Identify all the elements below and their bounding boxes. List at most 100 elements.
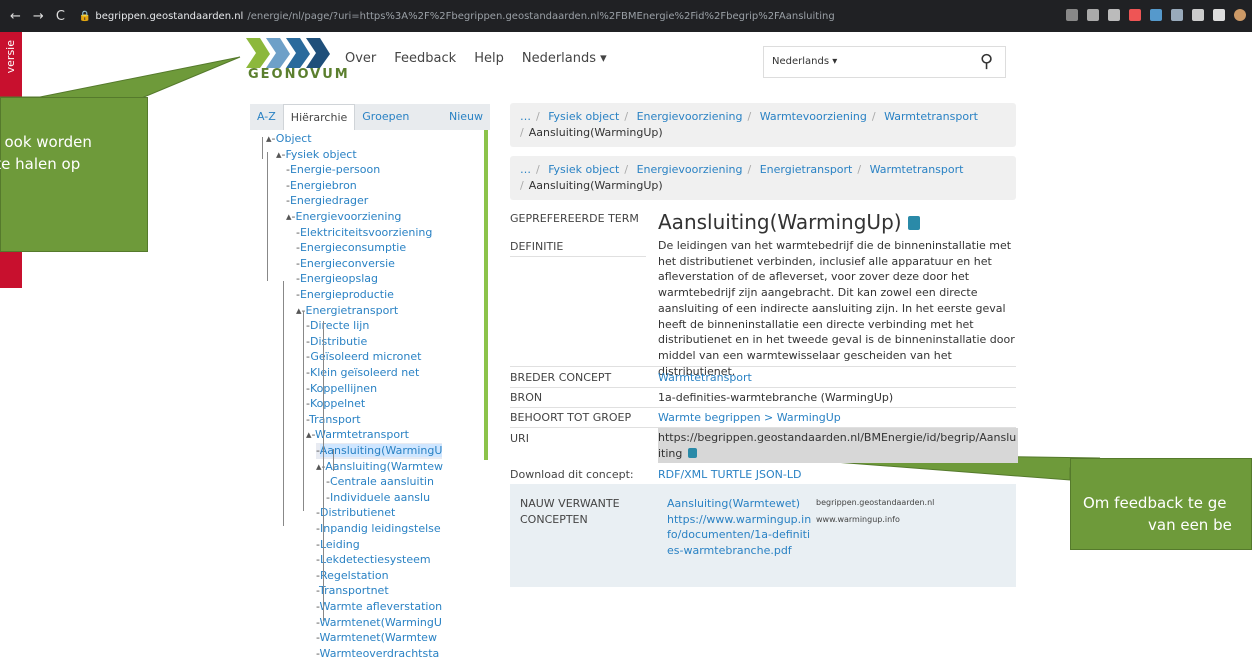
download-turtle-link[interactable]: TURTLE — [711, 468, 752, 481]
tab-a-z[interactable]: A-Z — [250, 104, 283, 130]
tree-node-label[interactable]: Leiding — [320, 538, 360, 551]
tree-node[interactable]: ▴-Fysiek object — [276, 147, 357, 163]
tree-node-label[interactable]: Fysiek object — [286, 148, 357, 161]
tree-node[interactable]: -Energieconversie — [296, 256, 395, 272]
tree-node-label[interactable]: Geïsoleerd micronet — [310, 350, 421, 363]
tree-node-label[interactable]: Elektriciteitsvoorziening — [300, 226, 432, 239]
breadcrumb-item[interactable]: Warmtevoorziening — [760, 110, 867, 123]
search-language-select[interactable]: Nederlands ▾ — [772, 56, 837, 67]
tree-node[interactable]: -Regelstation — [316, 568, 389, 584]
reload-icon[interactable]: C — [56, 9, 65, 24]
tab-hierarchie[interactable]: Hiërarchie — [282, 104, 356, 130]
profile-avatar[interactable] — [1234, 9, 1246, 21]
nav-help[interactable]: Help — [474, 51, 504, 66]
star-icon[interactable] — [1087, 9, 1099, 21]
tree-node[interactable]: -Aansluiting(WarmingU — [316, 443, 443, 459]
tree-node-label[interactable]: Individuele aanslu — [330, 491, 430, 504]
related-link[interactable]: Aansluiting(Warmtewet) — [667, 497, 800, 510]
breadcrumb-item[interactable]: Energievoorziening — [637, 163, 743, 176]
tree-node[interactable]: -Transport — [306, 412, 361, 428]
tree-node-label[interactable]: Object — [276, 132, 312, 145]
tree-node-label[interactable]: Warmtenet(Warmtew — [320, 631, 437, 644]
tree-node-label[interactable]: Distributienet — [320, 506, 395, 519]
tree-node[interactable]: -Koppellijnen — [306, 381, 377, 397]
tree-node-label[interactable]: Energievoorziening — [296, 210, 402, 223]
tree-node[interactable]: -Individuele aanslu — [326, 490, 430, 506]
tree-node[interactable]: -Energieopslag — [296, 271, 378, 287]
collapse-icon[interactable]: ▴- — [296, 304, 306, 317]
tree-node[interactable]: -Energie-persoon — [286, 162, 380, 178]
tree-node[interactable]: -Warmteoverdrachtsta — [316, 646, 439, 662]
tree-node-label[interactable]: Warmtenet(WarmingU — [320, 616, 442, 629]
tree-scrollbar[interactable] — [484, 130, 488, 460]
tree-node-label[interactable]: Klein geïsoleerd net — [310, 366, 419, 379]
tree-node-label[interactable]: Warmte afleverstation — [320, 600, 443, 613]
breadcrumb-item[interactable]: Warmtetransport — [870, 163, 964, 176]
nav-feedback[interactable]: Feedback — [394, 51, 456, 66]
tree-node[interactable]: -Koppelnet — [306, 396, 365, 412]
tree-node-label[interactable]: Transportnet — [319, 584, 389, 597]
breadcrumb-ellipsis[interactable]: … — [520, 163, 531, 176]
tree-node-label[interactable]: Energiebron — [290, 179, 357, 192]
download-json-link[interactable]: JSON-LD — [756, 468, 802, 481]
translate-icon[interactable] — [1066, 9, 1078, 21]
tree-node[interactable]: -Elektriciteitsvoorziening — [296, 225, 432, 241]
tree-node-label[interactable]: Energietransport — [306, 304, 399, 317]
breadcrumb-item[interactable]: Fysiek object — [548, 163, 619, 176]
tree-node[interactable]: ▴-Aansluiting(Warmtew — [316, 459, 443, 475]
tree-node[interactable]: -Energiebron — [286, 178, 357, 194]
tree-node-label[interactable]: Energieopslag — [300, 272, 378, 285]
tree-node-label[interactable]: Lekdetectiesysteem — [320, 553, 431, 566]
tree-node[interactable]: ▴-Energietransport — [296, 303, 398, 319]
extension-icon[interactable] — [1129, 9, 1141, 21]
tree-node[interactable]: ▴-Energievoorziening — [286, 209, 401, 225]
address-bar[interactable]: 🔒 begrippen.geostandaarden.nl/energie/nl… — [79, 11, 835, 22]
tree-node-label[interactable]: Warmteoverdrachtsta — [320, 647, 440, 660]
search-icon[interactable]: ⚲ — [980, 51, 993, 72]
forward-icon[interactable]: → — [33, 9, 44, 24]
tree-node[interactable]: -Centrale aansluitin — [326, 474, 434, 490]
extension-icon[interactable] — [1108, 9, 1120, 21]
broader-link[interactable]: Warmtetransport — [658, 370, 1018, 386]
tree-node-label[interactable]: Transport — [309, 413, 361, 426]
tree-node[interactable]: -Distributie — [306, 334, 367, 350]
tree-node[interactable]: -Directe lijn — [306, 318, 369, 334]
related-url[interactable]: https://www.warmingup.info/documenten/1a… — [667, 513, 811, 557]
collapse-icon[interactable]: ▴- — [276, 148, 286, 161]
tab-nieuw[interactable]: Nieuw — [442, 104, 490, 130]
extension-icon[interactable] — [1171, 9, 1183, 21]
tree-node[interactable]: -Energieproductie — [296, 287, 394, 303]
tree-node-label[interactable]: Distributie — [310, 335, 367, 348]
tree-node-label[interactable]: Energie-persoon — [290, 163, 380, 176]
uri-value[interactable]: https://begrippen.geostandaarden.nl/BMEn… — [658, 428, 1018, 463]
nav-language[interactable]: Nederlands ▾ — [522, 51, 607, 66]
search-box[interactable]: Nederlands ▾ ⚲ — [763, 46, 1006, 78]
collapse-icon[interactable]: ▴- — [286, 210, 296, 223]
tree-node-label[interactable]: Aansluiting(WarmingU — [319, 444, 443, 457]
tree-node[interactable]: -Warmte afleverstation — [316, 599, 442, 615]
tree-node-label[interactable]: Centrale aansluitin — [330, 475, 434, 488]
download-rdf-link[interactable]: RDF/XML — [658, 468, 707, 481]
tree-node-label[interactable]: Warmtetransport — [315, 428, 409, 441]
tree-node-label[interactable]: Aansluiting(Warmtew — [325, 460, 443, 473]
tree-node[interactable]: -Lekdetectiesysteem — [316, 552, 431, 568]
tree-node[interactable]: -Inpandig leidingstelse — [316, 521, 441, 537]
breadcrumb-item[interactable]: Energievoorziening — [637, 110, 743, 123]
back-icon[interactable]: ← — [10, 9, 21, 24]
breadcrumb-item[interactable]: Warmtetransport — [884, 110, 978, 123]
tab-groepen[interactable]: Groepen — [355, 104, 416, 130]
tree-node-label[interactable]: Directe lijn — [310, 319, 369, 332]
collapse-icon[interactable]: ▴- — [306, 428, 315, 441]
tree-node-label[interactable]: Inpandig leidingstelse — [320, 522, 441, 535]
tree-node[interactable]: -Distributienet — [316, 505, 395, 521]
breadcrumb-ellipsis[interactable]: … — [520, 110, 531, 123]
nav-over[interactable]: Over — [345, 51, 376, 66]
tree-node-label[interactable]: Regelstation — [320, 569, 389, 582]
tree-node-label[interactable]: Energieconversie — [300, 257, 395, 270]
tree-node[interactable]: -Transportnet — [316, 583, 389, 599]
tree-node-label[interactable]: Koppellijnen — [310, 382, 377, 395]
breadcrumb-item[interactable]: Energietransport — [760, 163, 853, 176]
extension-icon[interactable] — [1150, 9, 1162, 21]
geonovum-logo[interactable]: GEONOVUM — [246, 38, 348, 84]
tree-node[interactable]: -Energiedrager — [286, 193, 368, 209]
